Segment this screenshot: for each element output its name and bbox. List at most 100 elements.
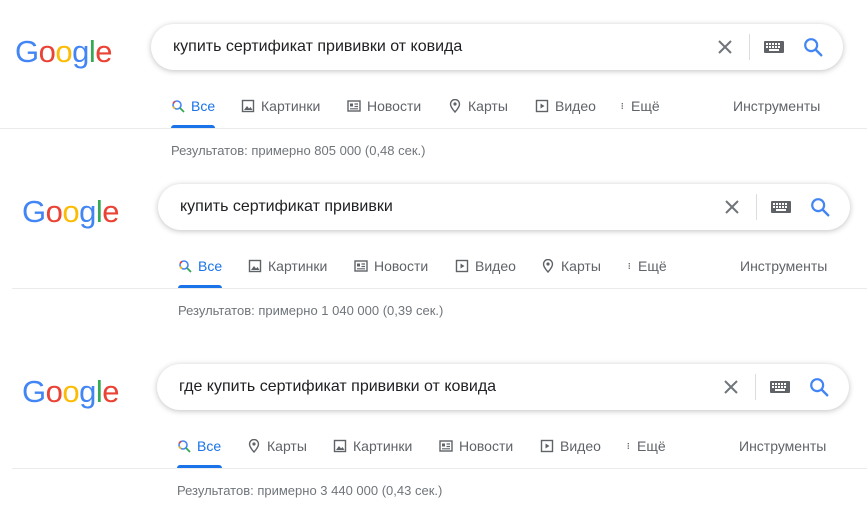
tab-label: Все	[197, 438, 222, 454]
tab-label: Карты	[561, 258, 601, 274]
logo-letter: g	[79, 194, 96, 229]
keyboard-icon[interactable]	[770, 199, 792, 215]
search-icon[interactable]	[802, 36, 824, 58]
tab-images[interactable]: Картинки	[333, 428, 412, 468]
result-stats: Результатов: примерно 3 440 000 (0,43 се…	[177, 483, 443, 498]
tab-news[interactable]: Новости	[354, 248, 428, 288]
image-icon	[248, 259, 262, 273]
tab-maps[interactable]: Карты	[247, 428, 307, 468]
logo-letter: e	[102, 374, 120, 409]
tab-label: Картинки	[353, 438, 413, 454]
logo-letter: e	[95, 34, 113, 69]
video-icon	[535, 99, 549, 113]
logo-letter: o	[62, 374, 80, 409]
map-pin-icon	[449, 99, 461, 113]
tools-button[interactable]: Инструменты	[739, 438, 826, 454]
news-icon	[354, 260, 368, 272]
news-icon	[347, 100, 361, 112]
search-input[interactable]: где купить сертификат прививки от ковида	[179, 364, 496, 410]
more-vert-icon	[628, 262, 631, 270]
tab-label: Карты	[267, 438, 307, 454]
tab-more[interactable]: Ещё	[626, 428, 666, 468]
tab-more[interactable]: Ещё	[627, 248, 667, 288]
news-icon	[439, 440, 453, 452]
result-stats: Результатов: примерно 805 000 (0,48 сек.…	[171, 143, 426, 158]
tab-all[interactable]: Все	[178, 248, 222, 288]
tab-label: Ещё	[631, 98, 660, 114]
tab-all[interactable]: Все	[177, 428, 222, 468]
tab-images[interactable]: Картинки	[241, 88, 320, 128]
tab-label: Новости	[459, 438, 514, 454]
search-tabs: Все Картинки Новости Видео Карты Ещё Инс…	[0, 248, 867, 288]
logo-letter: o	[62, 194, 80, 229]
logo-letter: o	[38, 34, 56, 69]
more-vert-icon	[627, 442, 630, 450]
logo-letter: o	[45, 194, 63, 229]
tab-label: Картинки	[268, 258, 328, 274]
tabs-divider	[12, 288, 867, 289]
tab-label: Ещё	[638, 258, 667, 274]
tab-more[interactable]: Ещё	[620, 88, 660, 128]
tab-label: Видео	[475, 258, 516, 274]
keyboard-icon[interactable]	[769, 379, 791, 395]
tools-button[interactable]: Инструменты	[733, 98, 820, 114]
logo-letter: o	[55, 34, 73, 69]
logo-letter: G	[22, 194, 46, 229]
tab-label: Видео	[560, 438, 601, 454]
map-pin-icon	[542, 259, 554, 273]
search-box[interactable]: где купить сертификат прививки от ковида	[157, 364, 849, 410]
logo-letter: e	[102, 194, 120, 229]
search-icon[interactable]	[808, 376, 830, 398]
search-box-divider	[749, 34, 750, 60]
tab-maps[interactable]: Карты	[541, 248, 601, 288]
google-logo[interactable]: Google	[22, 372, 120, 412]
close-icon[interactable]	[720, 195, 744, 219]
video-icon	[455, 259, 469, 273]
close-icon[interactable]	[713, 35, 737, 59]
search-input[interactable]: купить сертификат прививки от ковида	[173, 24, 462, 70]
google-logo[interactable]: Google	[15, 32, 113, 72]
search-icon	[172, 100, 185, 113]
tab-label: Видео	[555, 98, 596, 114]
search-icon[interactable]	[809, 196, 831, 218]
google-logo[interactable]: Google	[22, 192, 120, 232]
search-box-divider	[756, 194, 757, 220]
tab-video[interactable]: Видео	[535, 88, 596, 128]
logo-letter: o	[45, 374, 63, 409]
tab-images[interactable]: Картинки	[248, 248, 327, 288]
search-box-divider	[755, 374, 756, 400]
search-result-panel-2: Google купить сертификат прививки Все Ка…	[0, 182, 867, 352]
tabs-divider	[12, 468, 867, 469]
close-icon[interactable]	[719, 375, 743, 399]
search-tabs: Все Карты Картинки Новости Видео Ещё Инс…	[0, 428, 867, 468]
tab-label: Картинки	[261, 98, 321, 114]
tab-video[interactable]: Видео	[455, 248, 516, 288]
tab-maps[interactable]: Карты	[448, 88, 508, 128]
tab-all[interactable]: Все	[171, 88, 215, 128]
more-vert-icon	[621, 102, 624, 110]
search-result-panel-3: Google где купить сертификат прививки от…	[0, 362, 867, 521]
tab-label: Все	[191, 98, 216, 114]
tab-label: Все	[198, 258, 223, 274]
tab-news[interactable]: Новости	[347, 88, 421, 128]
logo-letter: g	[72, 34, 89, 69]
image-icon	[333, 439, 347, 453]
video-icon	[540, 439, 554, 453]
map-pin-icon	[248, 439, 260, 453]
search-icon	[178, 440, 191, 453]
logo-letter: g	[79, 374, 96, 409]
search-box[interactable]: купить сертификат прививки от ковида	[151, 24, 843, 70]
logo-letter: G	[22, 374, 46, 409]
search-icon	[179, 260, 192, 273]
tab-video[interactable]: Видео	[540, 428, 601, 468]
keyboard-icon[interactable]	[763, 39, 785, 55]
tab-label: Карты	[468, 98, 508, 114]
logo-letter: G	[15, 34, 39, 69]
tools-button[interactable]: Инструменты	[740, 258, 827, 274]
search-box[interactable]: купить сертификат прививки	[158, 184, 850, 230]
search-input[interactable]: купить сертификат прививки	[180, 184, 393, 230]
tab-label: Новости	[367, 98, 422, 114]
search-tabs: Все Картинки Новости Карты Видео Ещё Инс…	[0, 88, 867, 128]
tabs-divider	[0, 128, 867, 129]
tab-news[interactable]: Новости	[439, 428, 513, 468]
